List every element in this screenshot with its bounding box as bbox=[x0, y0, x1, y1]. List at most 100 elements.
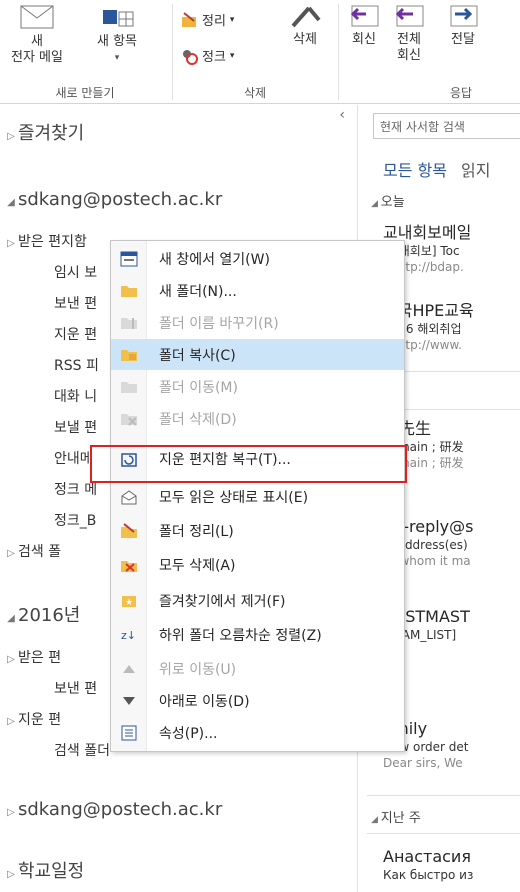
new-items-button[interactable]: 새 항목 ▾ bbox=[78, 4, 156, 66]
menu-label: 폴더 정리(L) bbox=[159, 523, 234, 540]
sort-ascending-icon: z↓ bbox=[121, 629, 136, 642]
folder-2016-inbox[interactable]: ▷ 받은 편 bbox=[4, 647, 61, 667]
menu-delete-all[interactable]: 모두 삭제(A) bbox=[111, 549, 404, 580]
context-menu: 새 창에서 열기(W) 새 폴더(N)... 폴더 이름 바꾸기(R) 폴더 복… bbox=[110, 240, 405, 752]
ribbon-separator bbox=[172, 4, 173, 100]
delete-all-icon bbox=[121, 560, 137, 572]
delete-folder-icon bbox=[121, 413, 137, 426]
folder-search[interactable]: ▷ 검색 폴 bbox=[7, 541, 61, 561]
new-window-icon bbox=[120, 251, 138, 266]
expand-triangle-icon: ▷ bbox=[7, 807, 15, 818]
menu-rename-folder: 폴더 이름 바꾸기(R) bbox=[111, 307, 404, 338]
ribbon-group-delete: 정리 ▾ 정크 ▾ 삭제 삭제 bbox=[174, 0, 336, 104]
folder-sent[interactable]: 보낸 편 bbox=[54, 293, 97, 313]
expand-triangle-icon: ▷ bbox=[7, 548, 15, 559]
folder-2016-search[interactable]: 검색 폴더 bbox=[54, 740, 110, 760]
delete-button[interactable]: 삭제 bbox=[278, 2, 332, 48]
reply-button[interactable]: 회신 bbox=[344, 2, 384, 48]
menu-label: 폴더 이동(M) bbox=[159, 379, 238, 396]
menu-label: 하위 폴더 오름차순 정렬(Z) bbox=[159, 627, 322, 644]
menu-label: 새 폴더(N)... bbox=[159, 283, 237, 300]
account-header[interactable]: ◢ sdkang@postech.ac.kr bbox=[4, 189, 222, 210]
folder-search-label: 검색 폴 bbox=[18, 544, 62, 560]
new-email-label: 새 전자 메일 bbox=[11, 34, 63, 65]
new-email-button[interactable]: 새 전자 메일 bbox=[2, 4, 72, 66]
menu-mark-all-read[interactable]: 모두 읽은 상태로 표시(E) bbox=[111, 481, 404, 512]
folder-rss[interactable]: RSS 피 bbox=[54, 355, 99, 375]
menu-open-new-window[interactable]: 새 창에서 열기(W) bbox=[111, 243, 404, 274]
folder-info[interactable]: 안내메 bbox=[54, 448, 93, 468]
folder-outbox[interactable]: 보낼 편 bbox=[54, 417, 97, 437]
group-divider bbox=[367, 795, 520, 796]
menu-cleanup-folder[interactable]: 폴더 정리(L) bbox=[111, 515, 404, 546]
list-item[interactable]: Анастасия Как быстро из bbox=[383, 847, 520, 883]
folder-2016-sent[interactable]: 보낸 편 bbox=[54, 678, 97, 698]
menu-label: 아래로 이동(D) bbox=[159, 693, 250, 710]
junk-label: 정크 bbox=[202, 50, 226, 65]
account2-label: sdkang@postech.ac.kr bbox=[18, 799, 223, 820]
folder-icon bbox=[121, 285, 137, 297]
forward-button[interactable]: 전달 bbox=[438, 2, 488, 48]
collapse-triangle-icon: ◢ bbox=[7, 197, 15, 208]
school-calendar-header[interactable]: ▷ 학교일정 bbox=[4, 857, 84, 883]
delete-x-icon bbox=[291, 6, 321, 28]
folder-drafts[interactable]: 임시 보 bbox=[54, 262, 97, 282]
folder-2016-inbox-label: 받은 편 bbox=[18, 650, 62, 666]
mail-subject: Как быстро из bbox=[383, 868, 474, 882]
filter-bar: 모든 항목 읽지 bbox=[383, 157, 490, 181]
year-2016-label: 2016년 bbox=[18, 605, 81, 626]
menu-sort-subfolders[interactable]: z↓ 하위 폴더 오름차순 정렬(Z) bbox=[111, 619, 404, 650]
account-label: sdkang@postech.ac.kr bbox=[18, 189, 223, 210]
reply-all-icon bbox=[395, 5, 424, 27]
folder-junk-b[interactable]: 정크_B bbox=[54, 510, 96, 530]
expand-triangle-icon: ▷ bbox=[7, 654, 15, 665]
cleanup-button[interactable]: 정리 ▾ bbox=[180, 10, 234, 29]
delete-group-label: 삭제 bbox=[243, 86, 267, 100]
menu-label: 폴더 삭제(D) bbox=[159, 411, 237, 428]
envelope-icon bbox=[20, 5, 54, 29]
expand-triangle-icon: ▷ bbox=[7, 716, 15, 727]
junk-icon bbox=[183, 49, 198, 65]
junk-button[interactable]: 정크 ▾ bbox=[180, 46, 234, 65]
menu-remove-favorites[interactable]: ★ 즐겨찾기에서 제거(F) bbox=[111, 585, 404, 616]
menu-copy-folder[interactable]: 폴더 복사(C) bbox=[111, 339, 404, 370]
ribbon-separator bbox=[338, 4, 339, 100]
menu-label: 폴더 복사(C) bbox=[159, 347, 236, 364]
folder-inbox[interactable]: ▷ 받은 편지함 bbox=[4, 231, 87, 251]
reply-all-button[interactable]: 전체 회신 bbox=[388, 2, 430, 64]
filter-all[interactable]: 모든 항목 bbox=[383, 161, 447, 180]
menu-move-folder: 폴더 이동(M) bbox=[111, 371, 404, 402]
menu-label: 새 창에서 열기(W) bbox=[159, 251, 270, 268]
menu-properties[interactable]: 속성(P)... bbox=[111, 717, 404, 748]
year-2016-header[interactable]: ◢ 2016년 bbox=[4, 601, 80, 627]
folder-conversation[interactable]: 대화 니 bbox=[54, 386, 97, 406]
respond-group-label: 응답 bbox=[450, 86, 473, 100]
menu-label: 모두 읽은 상태로 표시(E) bbox=[159, 489, 309, 506]
cleanup-folder-icon bbox=[121, 522, 137, 538]
copy-folder-icon bbox=[121, 349, 137, 361]
folder-2016-deleted-label: 지운 편 bbox=[18, 712, 62, 728]
menu-new-folder[interactable]: 새 폴더(N)... bbox=[111, 275, 404, 306]
search-input[interactable]: 현재 사서함 검색 bbox=[373, 113, 520, 139]
collapse-pane-icon[interactable]: ‹ bbox=[339, 107, 345, 123]
reply-icon bbox=[350, 5, 379, 27]
ribbon: 새 전자 메일 새 항목 ▾ 새로 만들기 정리▾ 정크▾ 삭제 삭제 회신 bbox=[0, 0, 520, 104]
group-lastweek[interactable]: ◢ 지난 주 bbox=[371, 807, 520, 826]
new-items-label: 새 항목 bbox=[96, 34, 137, 49]
folder-deleted[interactable]: 지운 편 bbox=[54, 324, 97, 344]
account2-header[interactable]: ▷ sdkang@postech.ac.kr bbox=[4, 799, 222, 820]
folder-2016-deleted[interactable]: ▷ 지운 편 bbox=[4, 709, 61, 729]
svg-text:z↓: z↓ bbox=[121, 629, 136, 642]
new-group-label: 새로 만들기 bbox=[55, 86, 115, 100]
expand-triangle-icon: ▷ bbox=[7, 131, 15, 142]
collapse-triangle-icon: ◢ bbox=[7, 613, 15, 624]
filter-unread[interactable]: 읽지 bbox=[461, 161, 490, 180]
favorites-header[interactable]: ▷ 즐겨찾기 bbox=[4, 119, 84, 145]
favorites-label: 즐겨찾기 bbox=[18, 123, 85, 144]
menu-label: 폴더 이름 바꾸기(R) bbox=[159, 315, 279, 332]
expand-triangle-icon: ▷ bbox=[7, 869, 15, 880]
group-today[interactable]: ◢ 오늘 bbox=[371, 191, 520, 210]
expand-triangle-icon: ▷ bbox=[7, 238, 15, 249]
menu-move-down[interactable]: 아래로 이동(D) bbox=[111, 685, 404, 716]
properties-icon bbox=[121, 725, 137, 740]
